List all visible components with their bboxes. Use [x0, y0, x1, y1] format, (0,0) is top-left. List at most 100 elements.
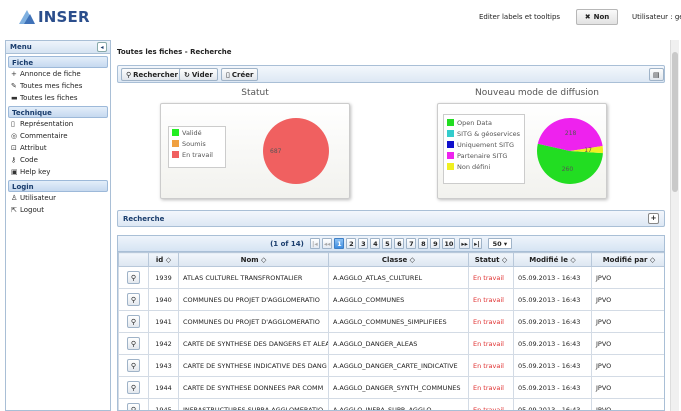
page-scrollbar[interactable]: [670, 40, 679, 411]
search-button[interactable]: ⚲ Rechercher: [121, 68, 183, 81]
legend-entry: Uniquement SITG: [444, 139, 524, 150]
clear-button[interactable]: ↻ Vider: [179, 68, 218, 81]
sidebar-section-fiche[interactable]: Fiche: [8, 56, 108, 68]
sidebar-item-2[interactable]: ▬ Toutes les fiches: [6, 92, 110, 104]
search-button-label: Rechercher: [133, 70, 178, 79]
modified-date-cell: 05.09.2013 - 16:43: [513, 376, 592, 399]
status-cell: En travail: [468, 376, 514, 399]
view-row-button[interactable]: ⚲: [127, 381, 140, 394]
page-button-1[interactable]: 1: [334, 238, 345, 249]
page-size-value: 50: [492, 239, 502, 248]
search-panel-header[interactable]: Recherche +: [117, 210, 665, 227]
sidebar-item-0[interactable]: ♙ Utilisateur: [6, 192, 110, 204]
table-row[interactable]: ⚲ 1944 CARTE DE SYNTHESE DONNEES PAR COMM A…: [118, 376, 664, 399]
table-row[interactable]: ⚲ 1940 COMMUNES DU PROJET D'AGGLOMERATIO A.…: [118, 288, 664, 311]
legend-entry: Partenaire SITG: [444, 150, 524, 161]
class-cell: A.AGGLO_DANGER_SYNTH_COMMUNES: [328, 376, 469, 399]
page-button-2[interactable]: 2: [346, 238, 357, 249]
close-icon: ✖: [584, 13, 591, 21]
results-table: id ◇ Nom ◇ Classe ◇ Statut ◇ Modifié le ◇ Mod…: [118, 252, 664, 410]
column-header[interactable]: Modifié par ◇: [591, 252, 664, 267]
sidebar-item-label: Commentaire: [20, 132, 68, 140]
sidebar-menu: Fiche + Annonce de fiche ✎ Toutes mes fiches…: [6, 56, 110, 216]
table-row[interactable]: ⚲ 1945 INFRASTRUCTURES SUPRA-AGGLOMERATIO A…: [118, 398, 664, 410]
table-row[interactable]: ⚲ 1939 ATLAS CULTUREL TRANSFRONTALIER A.AGG…: [118, 266, 664, 289]
page-button-8[interactable]: 8: [418, 238, 429, 249]
page-button-10[interactable]: 10: [442, 238, 456, 249]
comment-icon: ◎: [11, 132, 18, 140]
row-action-cell: ⚲: [118, 332, 149, 355]
print-button[interactable]: ▤: [649, 68, 664, 81]
column-header[interactable]: id ◇: [148, 252, 179, 267]
legend-swatch: [447, 152, 454, 159]
next-page-button[interactable]: ▸▸: [459, 238, 470, 249]
row-action-cell: ⚲: [118, 288, 149, 311]
sidebar-item-label: Logout: [20, 206, 44, 214]
results-table-panel: (1 of 14) |◂ ◂◂ 1 2 3 4 5 6 7 8 9 10 ▸▸ ▸| 50 ▾ i…: [117, 235, 665, 411]
logo-text: INSER: [38, 8, 90, 26]
first-page-button[interactable]: |◂: [309, 238, 320, 249]
name-cell: CARTE DE SYNTHESE INDICATIVE DES DANG: [178, 354, 329, 377]
scrollbar-thumb[interactable]: [672, 52, 678, 192]
legend-entry: Open Data: [444, 117, 524, 128]
collapse-sidebar-button[interactable]: ◂: [97, 42, 107, 52]
sidebar-item-4[interactable]: ▣ Help key: [6, 166, 110, 178]
view-row-button[interactable]: ⚲: [127, 293, 140, 306]
table-row[interactable]: ⚲ 1943 CARTE DE SYNTHESE INDICATIVE DES DA…: [118, 354, 664, 377]
sidebar-item-0[interactable]: + Annonce de fiche: [6, 68, 110, 80]
page-button-6[interactable]: 6: [394, 238, 405, 249]
column-header[interactable]: Statut ◇: [468, 252, 514, 267]
sidebar-item-0[interactable]: ▯ Représentation: [6, 118, 110, 130]
print-icon: ▤: [653, 70, 660, 79]
page-button-5[interactable]: 5: [382, 238, 393, 249]
page-size-select[interactable]: 50 ▾: [487, 238, 512, 249]
edit-labels-toggle-button[interactable]: ✖ Non: [576, 9, 618, 25]
view-row-button[interactable]: ⚲: [127, 271, 140, 284]
table-row[interactable]: ⚲ 1942 CARTE DE SYNTHESE DES DANGERS ET AL…: [118, 332, 664, 355]
sidebar-section-login[interactable]: Login: [8, 180, 108, 192]
sidebar-item-3[interactable]: ⚷ Code: [6, 154, 110, 166]
page-button-7[interactable]: 7: [406, 238, 417, 249]
page-button-4[interactable]: 4: [370, 238, 381, 249]
table-row[interactable]: ⚲ 1941 COMMUNES DU PROJET D'AGGLOMERATIO A.…: [118, 310, 664, 333]
view-row-button[interactable]: ⚲: [127, 403, 140, 410]
clear-button-label: Vider: [191, 70, 213, 79]
page-button-9[interactable]: 9: [430, 238, 441, 249]
charts-area: Statut Validé Soumis En travail 687 Nouvea…: [117, 86, 665, 206]
pie-data-label: 260: [562, 166, 574, 173]
last-page-button[interactable]: ▸|: [471, 238, 482, 249]
prev-page-button[interactable]: ◂◂: [321, 238, 333, 249]
create-button[interactable]: ▯ Créer: [221, 68, 259, 81]
column-header[interactable]: Nom ◇: [178, 252, 329, 267]
view-row-button[interactable]: ⚲: [127, 337, 140, 350]
sidebar-item-label: Help key: [20, 168, 51, 176]
modified-date-cell: 05.09.2013 - 16:43: [513, 288, 592, 311]
create-button-label: Créer: [231, 70, 254, 79]
current-user-label: Utilisateur : gestionna: [632, 13, 681, 21]
row-action-cell: ⚲: [118, 398, 149, 410]
sidebar-section-technique[interactable]: Technique: [8, 106, 108, 118]
expand-icon[interactable]: +: [648, 213, 659, 224]
modified-date-cell: 05.09.2013 - 16:43: [513, 354, 592, 377]
column-header[interactable]: Classe ◇: [328, 252, 469, 267]
modified-date-cell: 05.09.2013 - 16:43: [513, 398, 592, 410]
diffusion-chart: Open Data SITG & géoservices Uniquement SI…: [437, 103, 607, 199]
sidebar-item-2[interactable]: ⊡ Attribut: [6, 142, 110, 154]
modified-by-cell: JPVO: [591, 398, 664, 410]
legend-label: Partenaire SITG: [457, 151, 508, 160]
search-icon: ⚲: [130, 339, 137, 348]
legend-swatch: [447, 119, 454, 126]
legend-swatch: [172, 140, 179, 147]
view-row-button[interactable]: ⚲: [127, 359, 140, 372]
logo-icon: [18, 8, 36, 26]
column-header[interactable]: Modifié le ◇: [513, 252, 592, 267]
view-row-button[interactable]: ⚲: [127, 315, 140, 328]
page-button-3[interactable]: 3: [358, 238, 369, 249]
plus-icon: +: [11, 70, 17, 78]
search-icon: ⚲: [130, 361, 137, 370]
modified-by-cell: JPVO: [591, 288, 664, 311]
sidebar-item-1[interactable]: ✎ Toutes mes fiches: [6, 80, 110, 92]
sidebar-item-1[interactable]: ⇱ Logout: [6, 204, 110, 216]
table-header-row: id ◇ Nom ◇ Classe ◇ Statut ◇ Modifié le ◇ Mod…: [118, 252, 664, 267]
sidebar-item-1[interactable]: ◎ Commentaire: [6, 130, 110, 142]
